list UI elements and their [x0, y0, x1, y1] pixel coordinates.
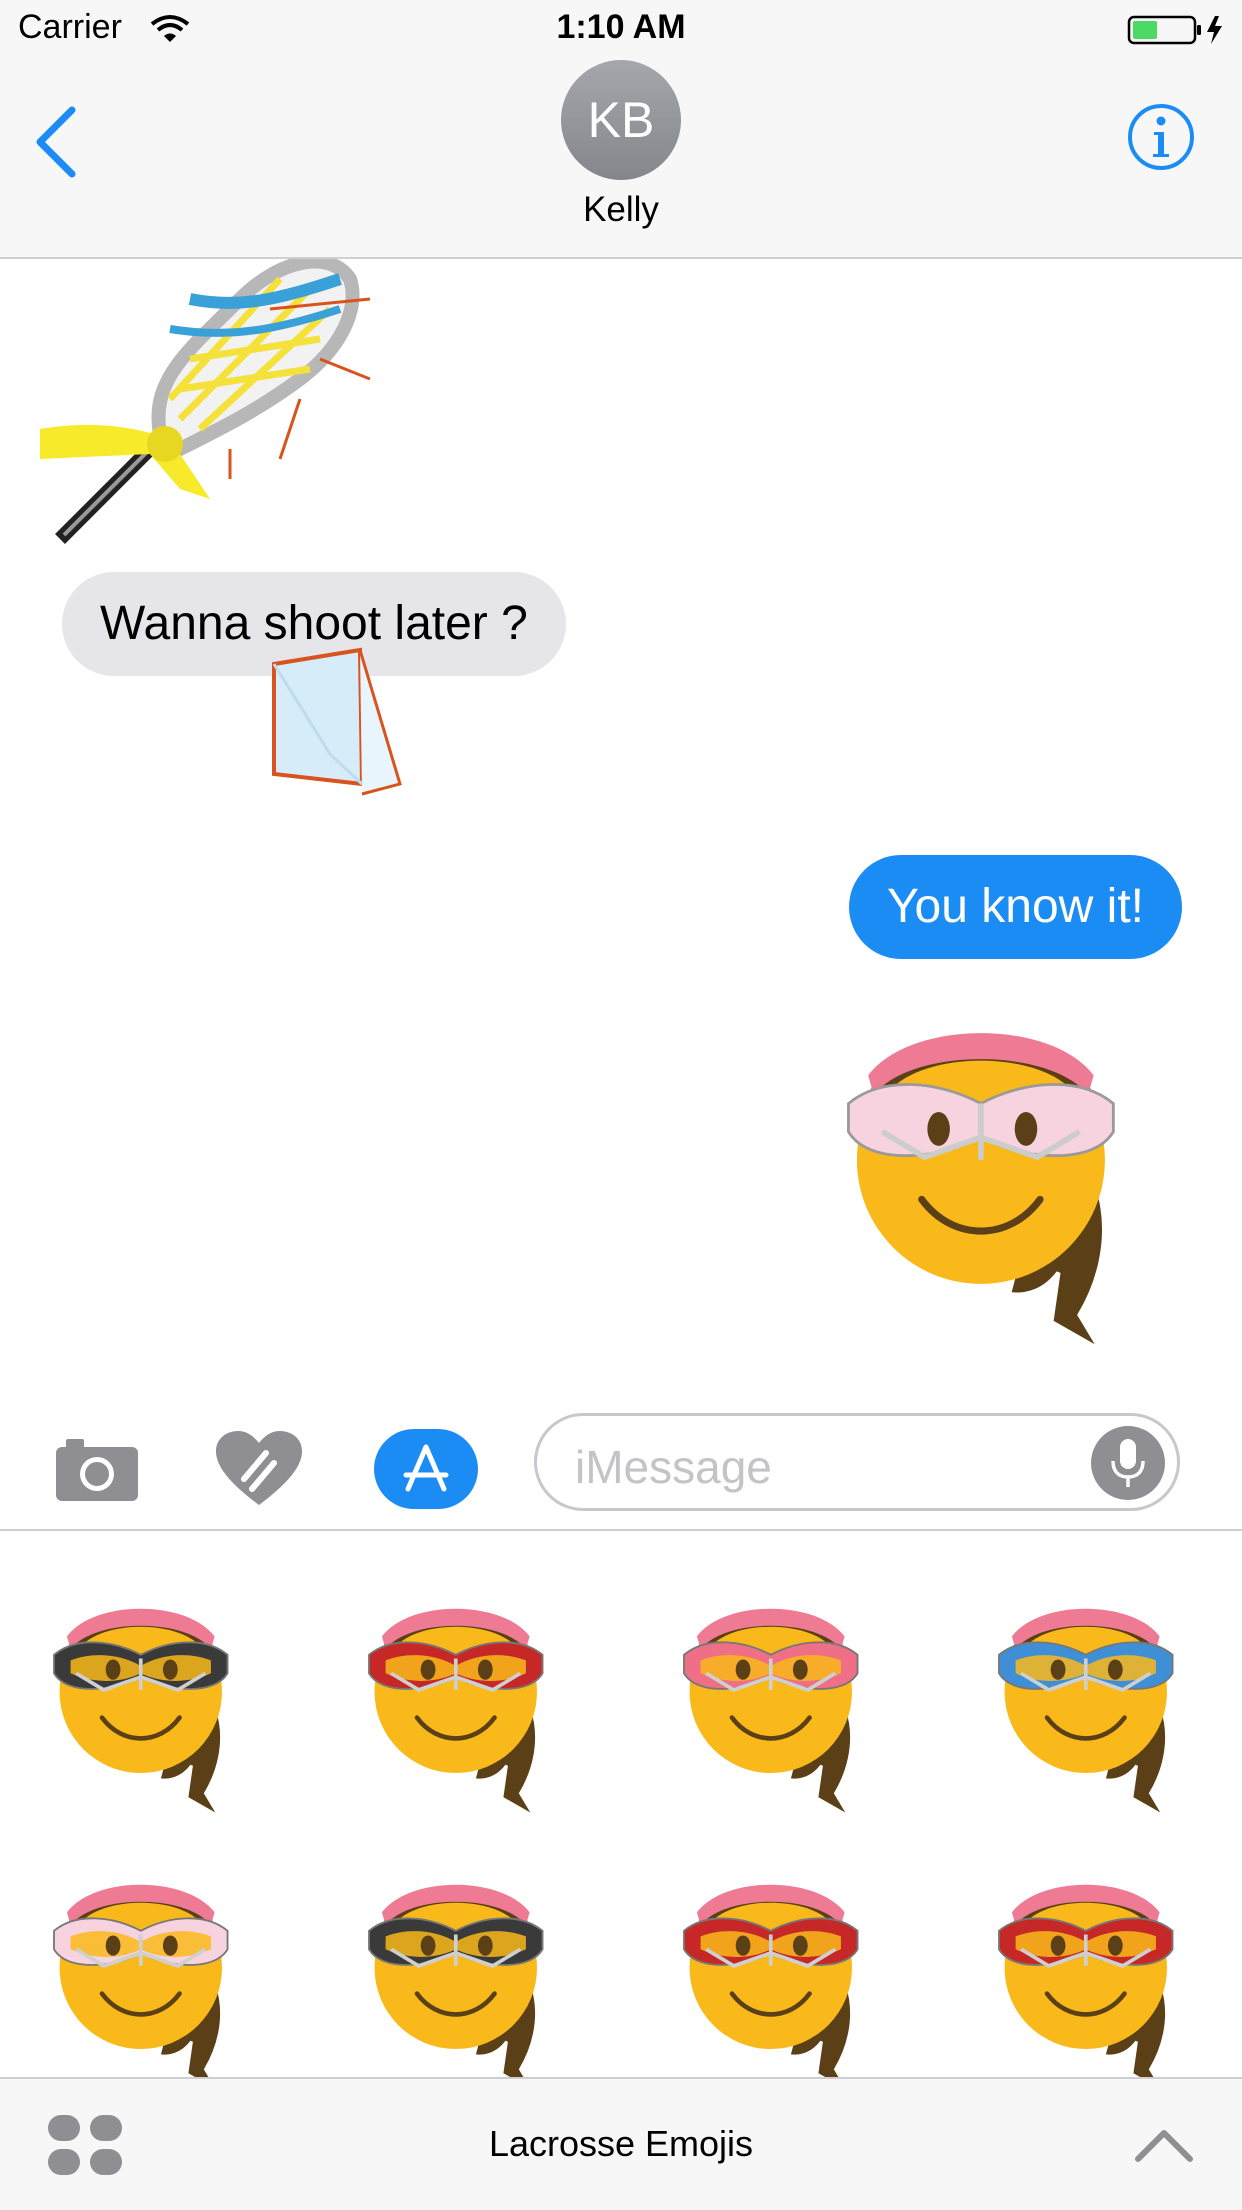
imessage-input[interactable]: iMessage — [534, 1413, 1180, 1511]
lacrosse-girl-emoji — [683, 1608, 859, 1821]
lacrosse-girl-emoji — [368, 1608, 544, 1821]
back-chevron-icon[interactable] — [26, 102, 86, 182]
contact-name[interactable]: Kelly — [0, 190, 1242, 230]
contact-avatar[interactable]: KB — [561, 60, 681, 180]
sticker-drawer[interactable] — [0, 1531, 1242, 2077]
camera-icon[interactable] — [54, 1433, 140, 1503]
lacrosse-girl-emoji — [368, 1884, 544, 2077]
battery-charging-icon — [1127, 15, 1222, 45]
lacrosse-stick-sticker[interactable] — [40, 259, 440, 549]
imessage-placeholder: iMessage — [575, 1441, 772, 1493]
nav-bar: KB Kelly — [0, 60, 1242, 259]
sticker-girl-red-goggles[interactable] — [985, 1857, 1205, 2077]
microphone-icon — [1111, 1439, 1145, 1487]
dictation-button[interactable] — [1091, 1426, 1165, 1500]
message-input-bar: iMessage — [0, 1409, 1242, 1531]
app-store-icon — [403, 1444, 449, 1492]
sticker-girl-black-goggles[interactable] — [40, 1581, 260, 1821]
app-name-label: Lacrosse Emojis — [488, 2123, 754, 2164]
app-drawer-bar: Lacrosse Emojis — [0, 2077, 1242, 2210]
lacrosse-girl-emoji — [998, 1608, 1174, 1821]
lacrosse-girl-emoji — [683, 1884, 859, 2077]
info-icon[interactable] — [1126, 102, 1196, 172]
sticker-girl-black-goggles[interactable] — [355, 1857, 575, 2077]
sticker-girl-red-goggles[interactable] — [355, 1581, 575, 1821]
lacrosse-girl-emoji-sticker-sent[interactable] — [840, 989, 1150, 1359]
sticker-girl-red-goggles[interactable] — [670, 1857, 890, 2077]
lacrosse-girl-emoji — [998, 1884, 1174, 2077]
chevron-up-icon[interactable] — [1132, 2125, 1196, 2165]
status-bar: Carrier 1:10 AM — [0, 0, 1242, 60]
conversation-transcript[interactable]: Wanna shoot later ? You know it! — [0, 259, 1242, 1409]
lacrosse-girl-emoji — [53, 1884, 229, 2077]
digital-touch-heart-icon[interactable] — [214, 1429, 304, 1509]
clock: 1:10 AM — [556, 8, 686, 46]
message-bubble-outgoing[interactable]: You know it! — [848, 855, 1182, 959]
app-store-button[interactable] — [374, 1429, 478, 1509]
sticker-girl-blue-goggles[interactable] — [985, 1581, 1205, 1821]
sticker-girl-pink-goggles[interactable] — [670, 1581, 890, 1821]
sticker-girl-lightpink-goggles[interactable] — [40, 1857, 260, 2077]
lacrosse-girl-emoji — [53, 1608, 229, 1821]
avatar-initials: KB — [587, 92, 655, 148]
lacrosse-goal-sticker[interactable] — [270, 644, 410, 804]
